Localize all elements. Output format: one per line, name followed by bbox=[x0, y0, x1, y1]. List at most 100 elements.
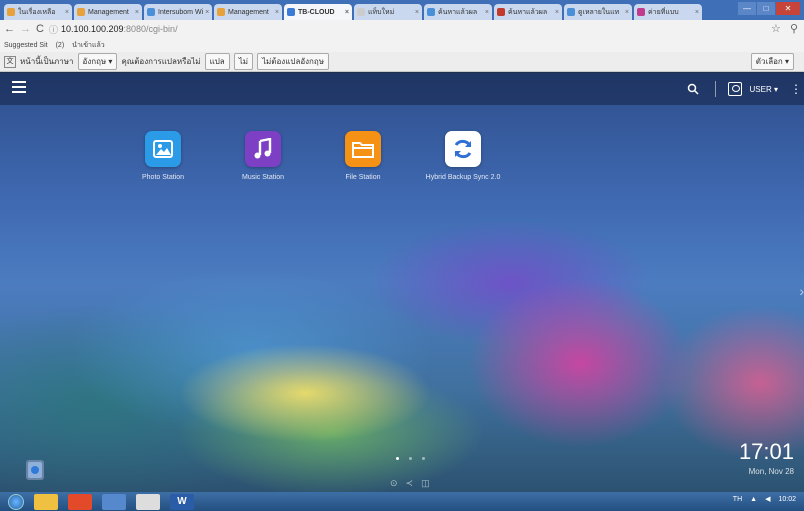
tab-favicon-icon bbox=[147, 8, 155, 16]
page-dot[interactable] bbox=[409, 457, 412, 460]
close-window-button[interactable]: ✕ bbox=[776, 2, 800, 15]
app-label: Hybrid Backup Sync 2.0 bbox=[425, 174, 501, 181]
page-dot[interactable] bbox=[422, 457, 425, 460]
window-icon[interactable] bbox=[136, 493, 160, 510]
tab-favicon-icon bbox=[7, 8, 15, 16]
next-page-arrow-icon[interactable]: › bbox=[799, 283, 804, 299]
never-translate-button[interactable]: ไม่ต้องแปลอังกฤษ bbox=[257, 53, 330, 70]
file-station-app[interactable]: File Station bbox=[308, 131, 418, 181]
more-icon[interactable]: ⋮ bbox=[790, 82, 802, 96]
tray-language[interactable]: TH bbox=[733, 496, 742, 503]
browser-tab[interactable]: Intersubom Wi × bbox=[144, 4, 212, 20]
browser-tab[interactable]: ดูเหลายในแท × bbox=[564, 4, 632, 20]
translate-question: คุณต้องการแปลหรือไม่ bbox=[121, 57, 201, 66]
reload-icon[interactable]: C bbox=[36, 23, 44, 35]
app-label: Music Station bbox=[241, 174, 285, 181]
language-select[interactable]: อังกฤษ ▾ bbox=[77, 53, 118, 70]
tab-close-icon[interactable]: × bbox=[483, 9, 489, 16]
tab-close-icon[interactable]: × bbox=[273, 9, 279, 16]
tab-label: ค้นหาแล้วผล bbox=[438, 8, 478, 16]
user-icon[interactable] bbox=[727, 82, 742, 96]
hamburger-menu-icon[interactable] bbox=[12, 81, 26, 93]
user-menu[interactable]: USER ▾ bbox=[750, 85, 778, 94]
browser-tab[interactable]: ค้นหาแล้วผล × bbox=[424, 4, 492, 20]
chrome-icon[interactable] bbox=[68, 493, 92, 510]
forward-icon[interactable]: → bbox=[20, 23, 31, 35]
back-icon[interactable]: ← bbox=[4, 23, 15, 35]
folder-icon bbox=[345, 131, 381, 167]
bookmark-item[interactable]: (2) bbox=[56, 42, 65, 49]
page-indicator bbox=[396, 457, 435, 460]
tab-close-icon[interactable]: × bbox=[133, 9, 139, 16]
tab-label: ค้นหาแล้วผล bbox=[508, 8, 548, 16]
bookmark-star-icon[interactable]: ☆ bbox=[771, 23, 781, 35]
tab-label: ดูเหลายในแท bbox=[578, 8, 620, 16]
url-host: 10.100.100.209 bbox=[60, 24, 124, 34]
maximize-button[interactable]: □ bbox=[757, 2, 775, 15]
page-info-icon[interactable]: ⓘ bbox=[49, 23, 58, 36]
tab-label: ค่ายที่แบบ bbox=[648, 8, 679, 16]
volume-icon[interactable]: ◀ bbox=[765, 495, 770, 503]
tab-favicon-icon bbox=[357, 8, 365, 16]
clock-date: Mon, Nov 28 bbox=[748, 467, 794, 476]
browser-tab[interactable]: Management × bbox=[214, 4, 282, 20]
tab-close-icon[interactable]: × bbox=[63, 9, 69, 16]
url-field[interactable]: ⓘ 10.100.100.209 :8080/cgi-bin/ bbox=[49, 23, 178, 36]
address-bar: ← → C ⓘ 10.100.100.209 :8080/cgi-bin/ ☆ … bbox=[0, 20, 804, 38]
bookmark-item[interactable]: Suggested Sit bbox=[4, 42, 48, 49]
word-icon[interactable]: W bbox=[170, 493, 194, 510]
page-dot[interactable] bbox=[396, 457, 399, 460]
tab-close-icon[interactable]: × bbox=[203, 9, 209, 16]
app-label: File Station bbox=[345, 174, 381, 181]
tab-favicon-icon bbox=[637, 8, 645, 16]
url-path: :8080/cgi-bin/ bbox=[123, 24, 178, 34]
tab-close-icon[interactable]: × bbox=[413, 9, 419, 16]
music-note-icon bbox=[245, 131, 281, 167]
app-label: Photo Station bbox=[141, 174, 185, 181]
network-icon[interactable]: ▲ bbox=[750, 496, 757, 503]
photo-station-app[interactable]: Photo Station bbox=[108, 131, 218, 181]
browser-tab[interactable]: แท็บใหม่ × bbox=[354, 4, 422, 20]
browser-tab[interactable]: ค่ายที่แบบ × bbox=[634, 4, 702, 20]
tab-close-icon[interactable]: × bbox=[553, 9, 559, 16]
tab-label: Management bbox=[228, 8, 269, 16]
recycle-bin-icon[interactable] bbox=[24, 457, 46, 481]
tab-favicon-icon bbox=[77, 8, 85, 16]
desktop-clock: 17:01 Mon, Nov 28 bbox=[739, 439, 794, 476]
browser-tab[interactable]: TB-CLOUD × bbox=[284, 4, 352, 20]
start-button[interactable] bbox=[8, 493, 24, 510]
translate-options-button[interactable]: ตัวเลือก ▾ bbox=[750, 53, 794, 70]
share-icon[interactable]: ≺ bbox=[406, 478, 414, 489]
photo-icon bbox=[145, 131, 181, 167]
link-icon[interactable]: ⊙ bbox=[390, 478, 398, 489]
tab-favicon-icon bbox=[217, 8, 225, 16]
tab-label: แท็บใหม่ bbox=[368, 8, 395, 16]
tab-close-icon[interactable]: × bbox=[693, 9, 699, 16]
clock-time: 17:01 bbox=[738, 439, 794, 464]
window-controls: — □ ✕ bbox=[737, 2, 800, 15]
minimize-button[interactable]: — bbox=[738, 2, 756, 15]
nas-desktop: USER ▾ ⋮ Photo Station Music Station Fil… bbox=[0, 73, 804, 492]
book-icon[interactable]: ◫ bbox=[421, 478, 430, 489]
no-translate-button[interactable]: ไม่ bbox=[233, 53, 253, 70]
sync-icon bbox=[445, 131, 481, 167]
search-icon[interactable] bbox=[687, 83, 699, 95]
firefox-icon[interactable] bbox=[102, 493, 126, 510]
tab-favicon-icon bbox=[287, 8, 295, 16]
bookmarks-bar: Suggested Sit (2) นำเข้าแล้ว bbox=[0, 38, 804, 52]
tab-close-icon[interactable]: × bbox=[343, 9, 349, 16]
tab-favicon-icon bbox=[497, 8, 505, 16]
tab-favicon-icon bbox=[427, 8, 435, 16]
tray-time[interactable]: 10:02 bbox=[778, 496, 796, 503]
extension-icon[interactable]: ⚲ bbox=[790, 23, 798, 35]
music-station-app[interactable]: Music Station bbox=[208, 131, 318, 181]
translate-button[interactable]: แปล bbox=[204, 53, 230, 70]
browser-tab[interactable]: ในเรื่องเหลือ × bbox=[4, 4, 72, 20]
hybrid-backup-sync-app[interactable]: Hybrid Backup Sync 2.0 bbox=[408, 131, 518, 181]
folder-icon[interactable] bbox=[34, 493, 58, 510]
browser-tab[interactable]: Management × bbox=[74, 4, 142, 20]
nas-top-bar: USER ▾ ⋮ bbox=[0, 73, 804, 105]
tab-close-icon[interactable]: × bbox=[623, 9, 629, 16]
browser-tab[interactable]: ค้นหาแล้วผล × bbox=[494, 4, 562, 20]
bookmark-folder[interactable]: นำเข้าแล้ว bbox=[72, 40, 105, 51]
